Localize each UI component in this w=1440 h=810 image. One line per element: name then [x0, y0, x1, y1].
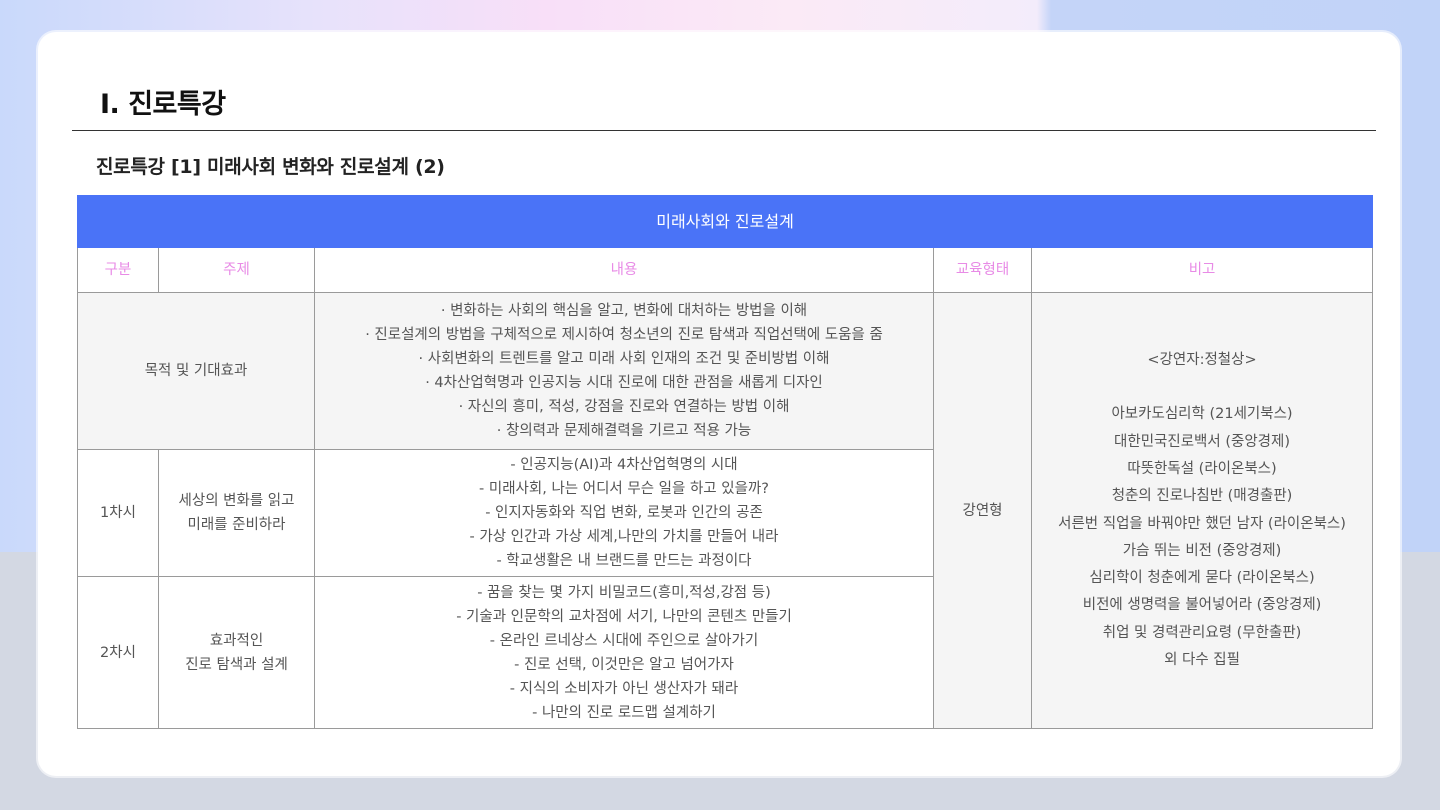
list-item: - 진로 선택, 이것만은 알고 넘어가자: [514, 656, 734, 673]
topic-line: 효과적인: [209, 632, 264, 649]
book-item: 가슴 뛰는 비전 (중앙경제): [1122, 542, 1282, 559]
header-format: 교육형태: [933, 247, 1032, 293]
topic-line: 진로 탐색과 설계: [185, 656, 288, 673]
purpose-items: · 변화하는 사회의 핵심을 알고, 변화에 대처하는 방법을 이해 · 진로설…: [314, 292, 934, 450]
book-item: 외 다수 집필: [1164, 651, 1240, 668]
session-2-label: 2차시: [77, 576, 159, 729]
list-item: · 변화하는 사회의 핵심을 알고, 변화에 대처하는 방법을 이해: [440, 303, 808, 319]
purpose-label: 목적 및 기대효과: [77, 292, 315, 450]
topic-line: 세상의 변화를 읽고: [178, 493, 295, 509]
list-item: - 지식의 소비자가 아닌 생산자가 돼라: [509, 680, 739, 697]
list-item: - 온라인 르네상스 시대에 주인으로 살아가기: [489, 632, 759, 649]
session-1-label: 1차시: [77, 449, 159, 577]
format-cell: 강연형: [933, 292, 1032, 729]
book-item: 따뜻한독설 (라이온북스): [1127, 460, 1277, 477]
list-item: · 진로설계의 방법을 구체적으로 제시하여 청소년의 진로 탐색과 직업선택에…: [365, 327, 883, 343]
session-2-content: - 꿈을 찾는 몇 가지 비밀코드(흥미,적성,강점 등) - 기술과 인문학의…: [314, 576, 934, 729]
remarks-cell: <강연자:정철상> 아보카도심리학 (21세기북스) 대한민국진로백서 (중앙경…: [1030, 292, 1374, 729]
list-item: - 학교생활은 내 브랜드를 만드는 과정이다: [496, 553, 752, 569]
book-item: 취업 및 경력관리요령 (무한출판): [1102, 624, 1302, 641]
list-item: · 창의력과 문제해결력을 기르고 적용 가능: [496, 423, 752, 439]
list-item: - 꿈을 찾는 몇 가지 비밀코드(흥미,적성,강점 등): [477, 584, 771, 601]
session-1-topic: 세상의 변화를 읽고 미래를 준비하라: [158, 449, 315, 577]
speaker-label: <강연자:정철상>: [1147, 351, 1257, 368]
list-item: - 인공지능(AI)과 4차산업혁명의 시대: [510, 457, 738, 473]
table-banner: 미래사회와 진로설계: [76, 195, 1374, 248]
book-item: 비전에 생명력을 불어넣어라 (중앙경제): [1082, 597, 1322, 614]
list-item: - 나만의 진로 로드맵 설계하기: [532, 704, 716, 721]
list-item: - 기술과 인문학의 교차점에 서기, 나만의 콘텐츠 만들기: [456, 608, 792, 625]
session-2-topic: 효과적인 진로 탐색과 설계: [158, 576, 315, 729]
header-content: 내용: [314, 247, 934, 293]
book-item: 서른번 직업을 바꿔야만 했던 남자 (라이온북스): [1058, 515, 1346, 532]
list-item: - 인지자동화와 직업 변화, 로봇과 인간의 공존: [485, 505, 763, 521]
page-subtitle: 진로특강 [1] 미래사회 변화와 진로설계 (2): [96, 156, 445, 178]
header-category: 구분: [77, 247, 159, 293]
list-item: - 가상 인간과 가상 세계,나만의 가치를 만들어 내라: [469, 529, 779, 545]
header-remarks: 비고: [1030, 247, 1374, 293]
page-title: I. 진로특강: [100, 89, 226, 120]
topic-line: 미래를 준비하라: [187, 517, 286, 533]
list-item: · 사회변화의 트렌트를 알고 미래 사회 인재의 조건 및 준비방법 이해: [418, 351, 830, 367]
book-item: 아보카도심리학 (21세기북스): [1111, 406, 1293, 423]
session-1-content: - 인공지능(AI)과 4차산업혁명의 시대 - 미래사회, 나는 어디서 무슨…: [314, 449, 934, 577]
content-card: I. 진로특강 진로특강 [1] 미래사회 변화와 진로설계 (2) 미래사회와…: [38, 32, 1400, 776]
list-item: · 4차산업혁명과 인공지능 시대 진로에 대한 관점을 새롭게 디자인: [425, 375, 823, 391]
book-item: 청춘의 진로나침반 (매경출판): [1111, 488, 1293, 505]
list-item: · 자신의 흥미, 적성, 강점을 진로와 연결하는 방법 이해: [458, 399, 790, 415]
list-item: - 미래사회, 나는 어디서 무슨 일을 하고 있을까?: [479, 481, 769, 497]
header-topic: 주제: [158, 247, 315, 293]
book-item: 심리학이 청춘에게 묻다 (라이온북스): [1089, 570, 1315, 587]
curriculum-table: 미래사회와 진로설계 구분 주제 내용 교육형태 비고 목적 및 기대효과 · …: [76, 195, 1374, 729]
title-divider: [72, 130, 1376, 131]
book-item: 대한민국진로백서 (중앙경제): [1114, 433, 1291, 450]
